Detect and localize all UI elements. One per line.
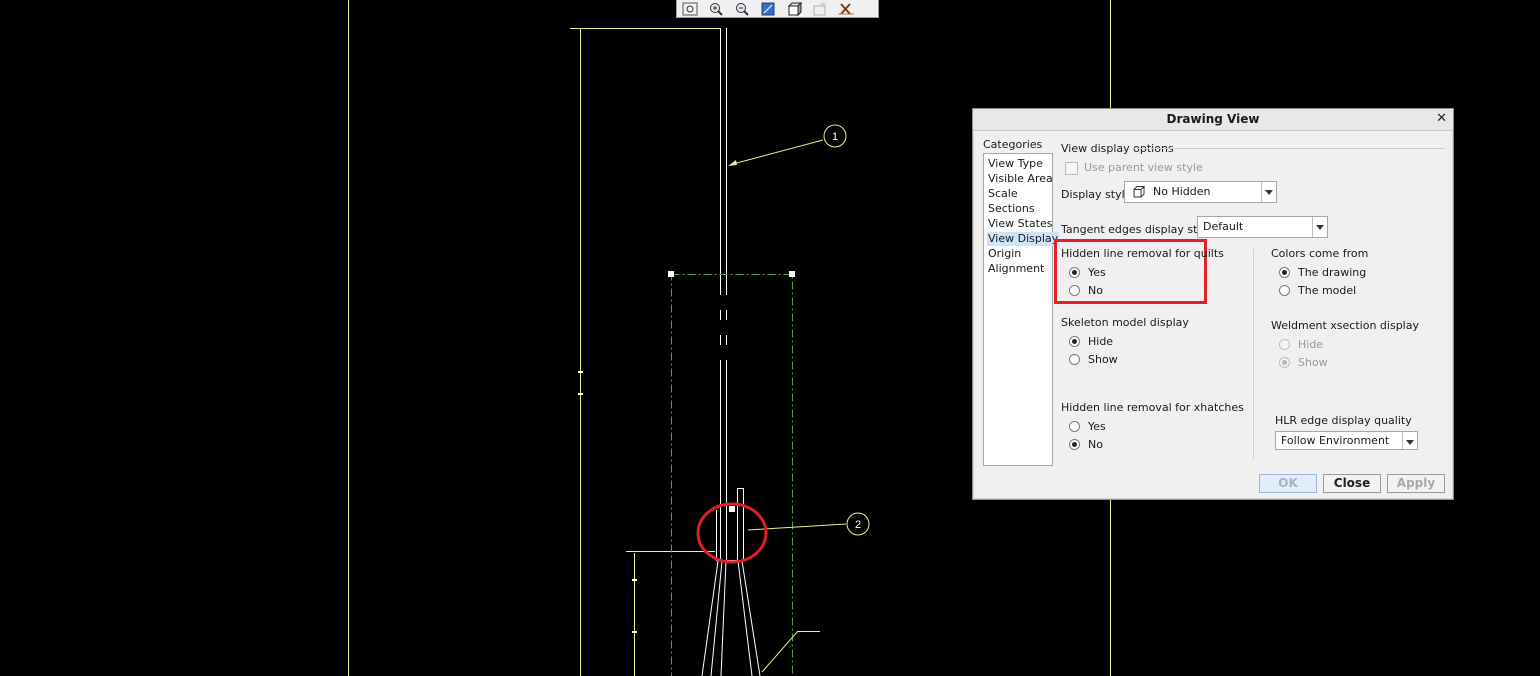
dialog-title: Drawing View <box>1166 112 1260 126</box>
chevron-down-icon[interactable] <box>1402 432 1417 449</box>
weldment-hide-radio[interactable] <box>1279 339 1290 350</box>
hlr-quilts-no-radio[interactable] <box>1069 285 1080 296</box>
hlr-xhatches-no-radio[interactable] <box>1069 439 1080 450</box>
colors-model-label: The model <box>1298 284 1357 297</box>
svg-text:ab: ab <box>820 2 826 8</box>
weldment-show-label: Show <box>1298 356 1328 369</box>
hlr-quality-dropdown[interactable]: Follow Environment <box>1275 431 1418 450</box>
hlr-xhatches-label: Hidden line removal for xhatches <box>1061 401 1244 414</box>
skeleton-show-radio[interactable] <box>1069 354 1080 365</box>
use-parent-view-style-label: Use parent view style <box>1084 161 1203 174</box>
balloon-1-label: 1 <box>832 131 838 143</box>
tangent-edges-value: Default <box>1203 220 1244 233</box>
weldment-show-radio[interactable] <box>1279 357 1290 368</box>
weldment-label: Weldment xsection display <box>1271 319 1419 332</box>
skeleton-label: Skeleton model display <box>1061 316 1189 329</box>
chevron-down-icon[interactable] <box>1312 217 1327 237</box>
section-divider <box>1133 148 1445 149</box>
hlr-xhatches-yes-label: Yes <box>1088 420 1106 433</box>
skeleton-show-label: Show <box>1088 353 1118 366</box>
skeleton-hide-label: Hide <box>1088 335 1114 348</box>
zoom-fit-icon[interactable] <box>677 0 703 17</box>
column-divider <box>1253 249 1254 459</box>
colors-model-radio[interactable] <box>1279 285 1290 296</box>
category-view-type[interactable]: View Type <box>987 157 1044 171</box>
repaint-icon[interactable] <box>755 0 781 17</box>
hlr-quilts-no-label: No <box>1088 284 1103 297</box>
tangent-edges-dropdown[interactable]: Default <box>1197 216 1328 238</box>
dialog-titlebar[interactable]: Drawing View ✕ <box>973 109 1453 131</box>
category-visible-area[interactable]: Visible Area <box>987 172 1054 186</box>
apply-button[interactable]: Apply <box>1387 474 1445 493</box>
weldment-hide-label: Hide <box>1298 338 1324 351</box>
hlr-quality-value: Follow Environment <box>1281 434 1390 447</box>
display-style-dropdown[interactable]: No Hidden <box>1124 181 1277 203</box>
drawing-view-dialog: Drawing View ✕ Categories View Type Visi… <box>972 108 1454 500</box>
hlr-quilts-label: Hidden line removal for quilts <box>1061 247 1224 260</box>
colors-drawing-label: The drawing <box>1298 266 1367 279</box>
hlr-xhatches-yes-radio[interactable] <box>1069 421 1080 432</box>
category-origin[interactable]: Origin <box>987 247 1022 261</box>
category-view-display[interactable]: View Display <box>987 232 1060 246</box>
colors-drawing-radio[interactable] <box>1279 267 1290 278</box>
no-hidden-icon <box>1133 186 1145 198</box>
display-style-label: Display style <box>1061 188 1132 201</box>
shaded-view-icon[interactable] <box>781 0 807 17</box>
chevron-down-icon[interactable] <box>1261 182 1276 202</box>
categories-list: View Type Visible Area Scale Sections Vi… <box>983 153 1060 466</box>
close-icon[interactable]: ✕ <box>1436 111 1447 126</box>
categories-label: Categories <box>983 138 1043 151</box>
hlr-quilts-yes-label: Yes <box>1088 266 1106 279</box>
ok-button[interactable]: OK <box>1259 474 1317 493</box>
tangent-edges-label: Tangent edges display style <box>1061 223 1214 236</box>
skeleton-hide-radio[interactable] <box>1069 336 1080 347</box>
hlr-quality-label: HLR edge display quality <box>1275 414 1412 427</box>
close-button[interactable]: Close <box>1323 474 1381 493</box>
use-parent-view-style-checkbox[interactable] <box>1065 162 1078 175</box>
zoom-in-icon[interactable] <box>703 0 729 17</box>
display-style-value: No Hidden <box>1153 185 1211 198</box>
delete-icon[interactable] <box>833 0 859 17</box>
category-sections[interactable]: Sections <box>987 202 1036 216</box>
colors-label: Colors come from <box>1271 247 1369 260</box>
hlr-quilts-yes-radio[interactable] <box>1069 267 1080 278</box>
hlr-xhatches-no-label: No <box>1088 438 1103 451</box>
category-alignment[interactable]: Alignment <box>987 262 1045 276</box>
balloon-2-label: 2 <box>855 519 861 531</box>
category-view-states[interactable]: View States <box>987 217 1053 231</box>
annotation-icon[interactable]: ab <box>807 0 833 17</box>
view-toolbar: ab <box>676 0 879 18</box>
zoom-out-icon[interactable] <box>729 0 755 17</box>
category-scale[interactable]: Scale <box>987 187 1019 201</box>
